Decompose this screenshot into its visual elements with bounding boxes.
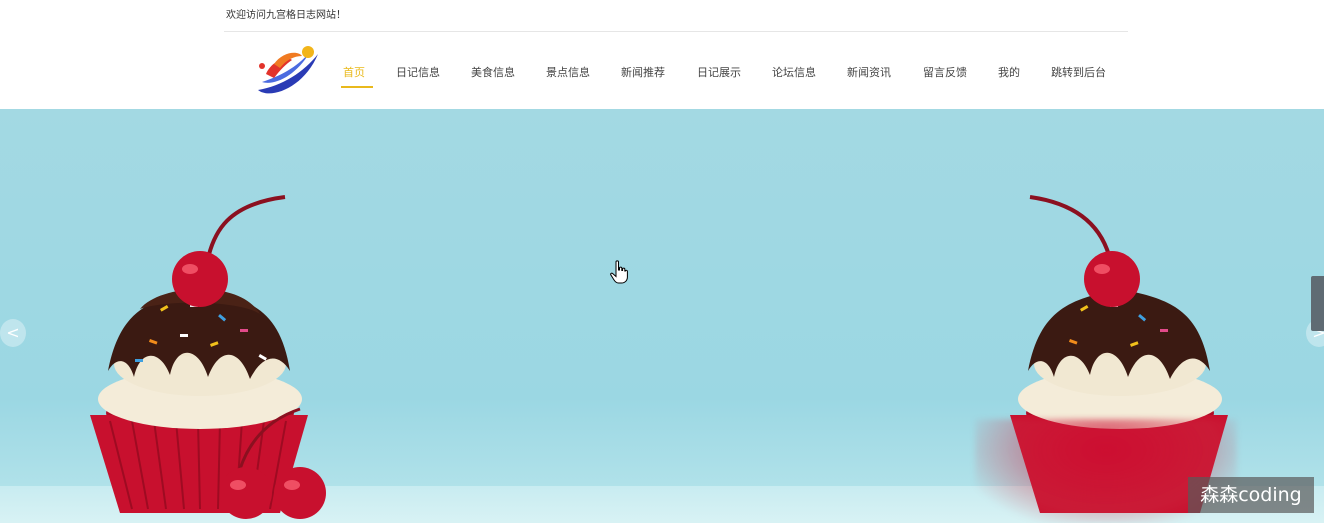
carousel-prev-button[interactable]: < <box>0 319 26 347</box>
nav-item-scenic-info[interactable]: 景点信息 <box>546 64 590 86</box>
nav-item-diary-display[interactable]: 日记展示 <box>697 64 741 86</box>
hand-pointer-cursor-icon <box>610 260 628 284</box>
nav-item-label: 跳转到后台 <box>1051 66 1106 79</box>
nav-item-label: 我的 <box>998 66 1020 79</box>
cupcake-image <box>90 195 326 519</box>
site-logo[interactable] <box>252 42 322 98</box>
nav-item-news-recommend[interactable]: 新闻推荐 <box>621 64 665 86</box>
nav-item-forum-info[interactable]: 论坛信息 <box>772 64 816 86</box>
nav-item-diary-info[interactable]: 日记信息 <box>396 64 440 86</box>
nav-item-label: 日记展示 <box>697 66 741 79</box>
nav-item-news[interactable]: 新闻资讯 <box>847 64 891 86</box>
nav-item-label: 首页 <box>343 66 365 79</box>
site-header: 首页 日记信息 美食信息 景点信息 新闻推荐 日记展示 论坛信息 新闻资讯 留言… <box>0 32 1324 109</box>
nav-item-label: 美食信息 <box>471 66 515 79</box>
nav-item-food-info[interactable]: 美食信息 <box>471 64 515 86</box>
side-float-tab[interactable] <box>1311 276 1324 331</box>
nav-item-label: 留言反馈 <box>923 66 967 79</box>
nav-active-underline <box>341 86 373 88</box>
nav-item-label: 新闻资讯 <box>847 66 891 79</box>
watermark: 森森coding <box>1188 477 1314 513</box>
nav-item-label: 论坛信息 <box>772 66 816 79</box>
top-bar: 欢迎访问九宫格日志网站！ <box>224 0 1128 32</box>
nav-item-admin[interactable]: 跳转到后台 <box>1051 64 1106 86</box>
welcome-text: 欢迎访问九宫格日志网站！ <box>226 10 346 21</box>
nav-item-home[interactable]: 首页 <box>341 64 373 88</box>
nav-item-label: 景点信息 <box>546 66 590 79</box>
banner-carousel[interactable]: < > 森森coding <box>0 109 1324 523</box>
nav-item-feedback[interactable]: 留言反馈 <box>923 64 967 86</box>
nav-item-mine[interactable]: 我的 <box>998 64 1020 86</box>
nav-item-label: 新闻推荐 <box>621 66 665 79</box>
nav-item-label: 日记信息 <box>396 66 440 79</box>
chevron-left-icon: < <box>6 323 20 342</box>
